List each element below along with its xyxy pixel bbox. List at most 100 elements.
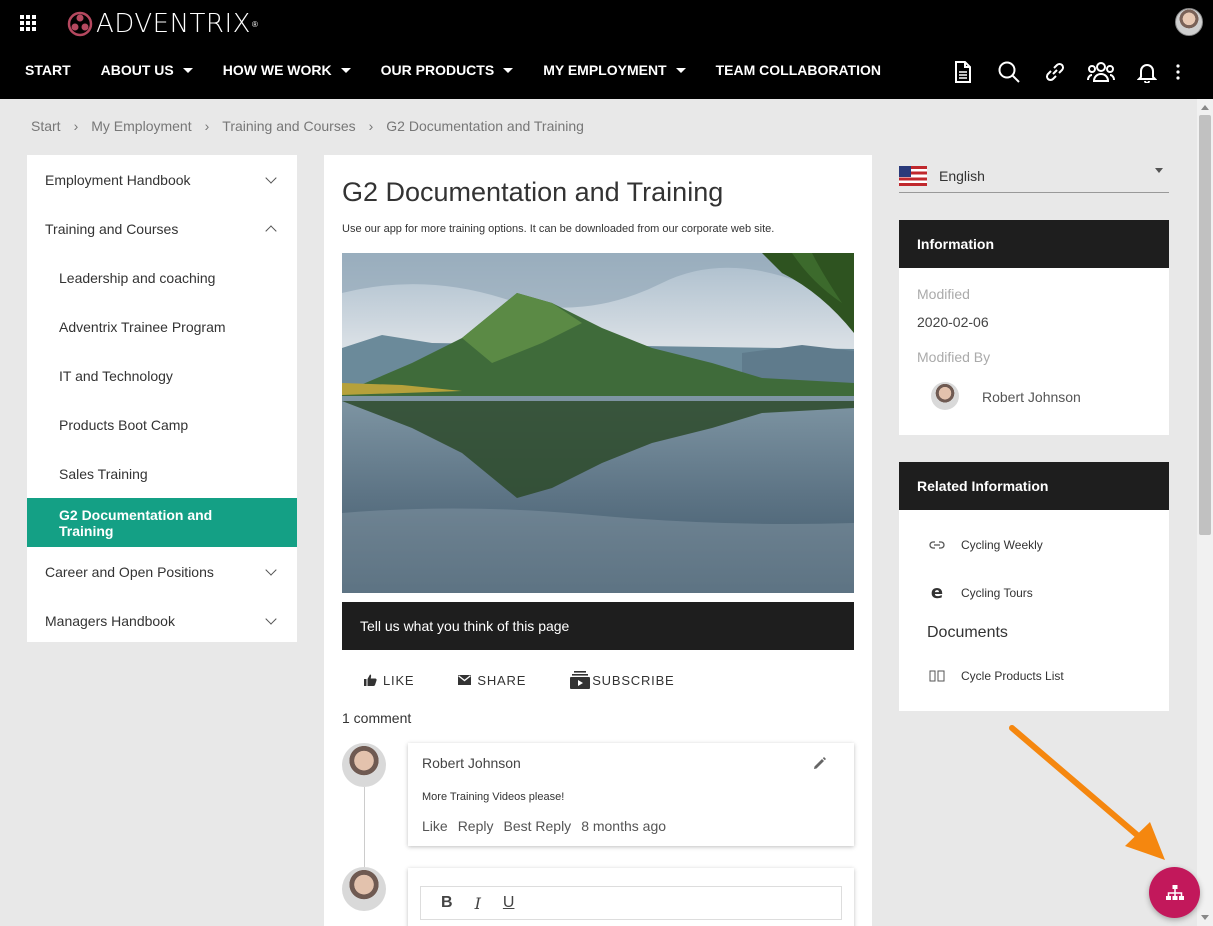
leftnav-products-boot-camp[interactable]: Products Boot Camp — [27, 400, 297, 449]
edge-browser-icon: e — [930, 582, 944, 603]
leftnav-career-and-open-positions[interactable]: Career and Open Positions — [27, 547, 297, 596]
sitemap-icon — [1165, 884, 1184, 900]
breadcrumb-my-employment[interactable]: My Employment — [91, 118, 191, 134]
header-actions — [948, 58, 1202, 86]
breadcrumb-training-and-courses[interactable]: Training and Courses — [222, 118, 355, 134]
link-icon — [929, 540, 945, 550]
feedback-text: Tell us what you think of this page — [360, 618, 570, 634]
more-vert-icon[interactable] — [1170, 58, 1186, 86]
comment-author-avatar[interactable] — [342, 743, 386, 787]
breadcrumb-start[interactable]: Start — [31, 118, 61, 134]
underline-button[interactable]: U — [503, 894, 515, 912]
scroll-down-arrow-icon[interactable] — [1201, 915, 1209, 920]
lake-mountain-image — [342, 253, 854, 593]
related-link-label: Cycling Tours — [961, 585, 1033, 600]
modified-value: 2020-02-06 — [917, 314, 989, 330]
document-list-icon — [929, 670, 945, 682]
page-intro: Use our app for more training options. I… — [342, 223, 775, 235]
related-link-cycling-weekly[interactable]: Cycling Weekly — [929, 538, 1043, 552]
document-cycle-products-list[interactable]: Cycle Products List — [929, 669, 1064, 683]
comment-best-reply-link[interactable]: Best Reply — [503, 818, 571, 834]
comment-actions: Like Reply Best Reply 8 months ago — [422, 818, 666, 834]
editor-toolbar: B I U — [420, 886, 842, 920]
nav-about-us[interactable]: ABOUT US — [101, 62, 193, 78]
caret-down-icon — [182, 67, 193, 73]
leftnav-label: IT and Technology — [59, 367, 173, 384]
edit-icon[interactable] — [813, 757, 826, 775]
link-icon[interactable] — [1040, 58, 1070, 86]
page-scrollbar[interactable] — [1197, 99, 1213, 926]
subscribe-button[interactable]: SUBSCRIBE — [570, 671, 674, 689]
comment-like-link[interactable]: Like — [422, 818, 448, 834]
comment-author[interactable]: Robert Johnson — [422, 755, 521, 771]
us-flag-icon — [899, 166, 927, 186]
brand-logo[interactable]: ADVENTRIX ® — [66, 9, 258, 39]
leftnav-label: Products Boot Camp — [59, 416, 189, 433]
user-avatar[interactable] — [1175, 8, 1203, 36]
app-launcher-icon[interactable] — [20, 15, 36, 31]
site-map-button[interactable] — [1149, 867, 1200, 918]
thread-line — [364, 787, 365, 867]
leftnav-label: Managers Handbook — [45, 612, 175, 629]
leftnav-training-and-courses[interactable]: Training and Courses — [27, 204, 297, 253]
chevron-down-icon[interactable] — [265, 563, 277, 576]
scroll-up-arrow-icon[interactable] — [1201, 105, 1209, 110]
feedback-bar[interactable]: Tell us what you think of this page — [342, 602, 854, 650]
comment-timestamp: 8 months ago — [581, 818, 667, 834]
share-button[interactable]: SHARE — [458, 671, 526, 689]
breadcrumb-separator: › — [368, 118, 374, 134]
leftnav-it-and-technology[interactable]: IT and Technology — [27, 351, 297, 400]
nav-start-label: START — [25, 62, 71, 78]
chevron-down-icon[interactable] — [265, 171, 277, 184]
language-selected: English — [939, 168, 985, 184]
scroll-thumb[interactable] — [1199, 115, 1211, 535]
nav-start[interactable]: START — [25, 62, 71, 78]
leftnav-leadership-and-coaching[interactable]: Leadership and coaching — [27, 253, 297, 302]
caret-down-icon — [503, 67, 514, 73]
like-button[interactable]: LIKE — [364, 671, 414, 689]
nav-our-products-label: OUR PRODUCTS — [380, 62, 495, 78]
bold-button[interactable]: B — [441, 894, 453, 912]
leftnav-adventrix-trainee-program[interactable]: Adventrix Trainee Program — [27, 302, 297, 351]
modified-by-label: Modified By — [917, 349, 991, 365]
comment-reply-link[interactable]: Reply — [458, 818, 494, 834]
leftnav-label: G2 Documentation and Training — [59, 506, 213, 539]
nav-our-products[interactable]: OUR PRODUCTS — [381, 62, 514, 78]
documents-heading: Documents — [927, 624, 1008, 641]
leftnav-managers-handbook[interactable]: Managers Handbook — [27, 596, 297, 645]
chevron-up-icon[interactable] — [265, 224, 277, 237]
comment-card: Robert Johnson More Training Videos plea… — [408, 743, 854, 846]
caret-down-icon — [675, 67, 686, 73]
bell-icon[interactable] — [1132, 58, 1162, 86]
modified-by-name[interactable]: Robert Johnson — [982, 389, 1081, 405]
nav-my-employment[interactable]: MY EMPLOYMENT — [543, 62, 686, 78]
subscribe-label: SUBSCRIBE — [592, 672, 675, 688]
nav-team-collaboration-label: TEAM COLLABORATION — [715, 62, 881, 78]
modified-by-avatar[interactable] — [931, 382, 959, 410]
mail-icon — [458, 675, 472, 685]
italic-button[interactable]: I — [475, 894, 481, 913]
leftnav-label: Employment Handbook — [45, 171, 191, 188]
document-label: Cycle Products List — [961, 669, 1064, 683]
comment-text: More Training Videos please! — [422, 791, 565, 803]
nav-how-we-work[interactable]: HOW WE WORK — [223, 62, 351, 78]
nav-how-we-work-label: HOW WE WORK — [222, 62, 332, 78]
like-label: LIKE — [383, 672, 415, 688]
brand-registered-mark: ® — [251, 19, 258, 29]
leftnav-label: Sales Training — [59, 465, 148, 482]
related-information-panel: Related Information Cycling Weekly e Cyc… — [899, 462, 1169, 711]
leftnav-sales-training[interactable]: Sales Training — [27, 449, 297, 498]
search-icon[interactable] — [994, 58, 1024, 86]
leftnav-g2-documentation-and-training[interactable]: G2 Documentation and Training — [27, 498, 297, 547]
related-link-cycling-tours[interactable]: e Cycling Tours — [929, 582, 1033, 603]
people-icon[interactable] — [1086, 58, 1116, 86]
nav-team-collaboration[interactable]: TEAM COLLABORATION — [716, 62, 881, 78]
document-icon[interactable] — [948, 58, 978, 86]
language-select[interactable]: English — [899, 160, 1169, 193]
main-nav: START ABOUT US HOW WE WORK OUR PRODUCTS … — [25, 62, 911, 78]
breadcrumb-separator: › — [204, 118, 210, 134]
breadcrumb-separator: › — [73, 118, 79, 134]
current-user-avatar — [342, 867, 386, 911]
leftnav-employment-handbook[interactable]: Employment Handbook — [27, 155, 297, 204]
chevron-down-icon[interactable] — [265, 612, 277, 625]
